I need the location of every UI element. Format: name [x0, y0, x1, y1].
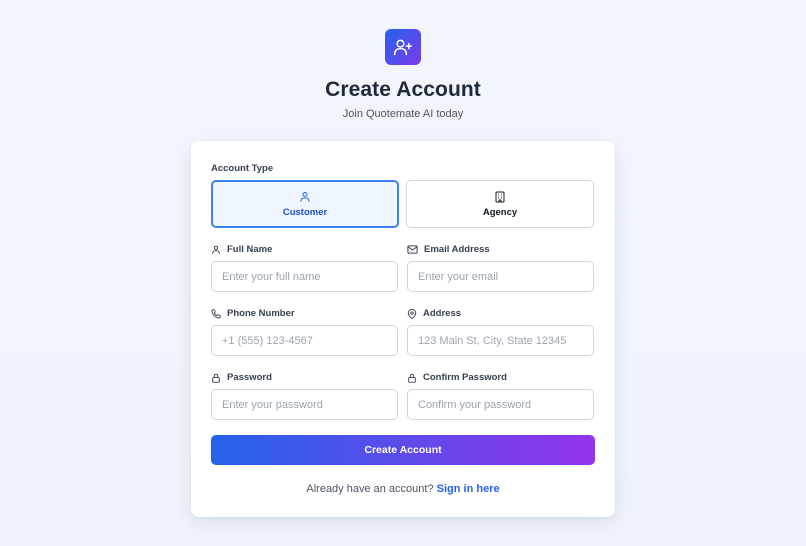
email-label: Email Address: [407, 244, 490, 255]
create-account-button[interactable]: Create Account: [211, 435, 595, 465]
lock-icon: [212, 373, 220, 383]
mail-icon: [407, 245, 418, 254]
confirm-password-label: Confirm Password: [407, 372, 507, 383]
building-icon: [495, 191, 505, 202]
phone-icon: [211, 308, 221, 319]
account-type-label: Account Type: [211, 163, 274, 174]
lock-icon: [408, 373, 416, 383]
full-name-input[interactable]: [211, 261, 398, 292]
signup-form-card: Account Type Customer Agency Full Name E…: [191, 141, 615, 517]
password-label: Password: [211, 372, 272, 383]
phone-input[interactable]: [211, 325, 398, 356]
app-logo: [385, 29, 421, 65]
account-type-agency[interactable]: Agency: [406, 180, 594, 228]
account-type-agency-label: Agency: [482, 206, 518, 218]
sign-in-link[interactable]: Sign in here: [437, 483, 500, 495]
page-title: Create Account: [325, 78, 481, 101]
signin-prompt-text: Already have an account?: [306, 483, 434, 495]
password-input[interactable]: [211, 389, 398, 420]
full-name-label: Full Name: [211, 244, 272, 255]
account-type-customer-label: Customer: [282, 206, 328, 218]
confirm-password-input[interactable]: [407, 389, 594, 420]
user-plus-icon: [393, 39, 413, 56]
signin-prompt: Already have an account? Sign in here: [191, 483, 615, 495]
map-pin-icon: [407, 308, 417, 319]
user-icon: [212, 245, 220, 254]
phone-label: Phone Number: [211, 308, 295, 319]
signup-page: Create Account Join Quotemate AI today A…: [0, 0, 806, 546]
account-type-customer[interactable]: Customer: [211, 180, 399, 228]
address-label: Address: [407, 308, 461, 319]
email-input[interactable]: [407, 261, 594, 292]
address-input[interactable]: [407, 325, 594, 356]
user-icon: [300, 191, 310, 202]
page-subtitle: Join Quotemate AI today: [342, 108, 464, 120]
